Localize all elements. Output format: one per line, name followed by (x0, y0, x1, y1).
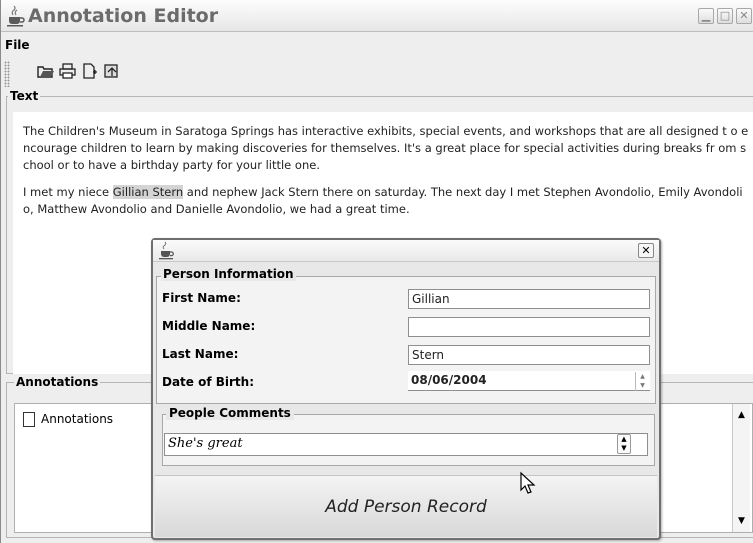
spinner-up-icon[interactable]: ▲ (618, 435, 630, 444)
dialog-close-icon[interactable]: ✕ (638, 243, 654, 258)
middle-name-field[interactable] (408, 317, 650, 337)
maximize-icon: □ (719, 9, 731, 22)
people-comments-field[interactable]: She's great (164, 433, 648, 456)
person-dialog: ✕ Person Information First Name: Gillian… (151, 238, 661, 540)
annotation-editor-window: Annotation Editor ▁ □ ✕ File Text The Ch… (0, 0, 753, 543)
maximize-button[interactable]: □ (717, 8, 733, 24)
last-name-field[interactable]: Stern (408, 345, 650, 365)
first-name-label: First Name: (162, 291, 241, 305)
add-person-record-button[interactable]: Add Person Record (155, 475, 657, 537)
annotations-panel-title: Annotations (14, 375, 101, 389)
text-panel-title: Text (8, 89, 41, 103)
close-button[interactable]: ✕ (736, 8, 752, 24)
document-icon (23, 412, 35, 427)
last-name-label: Last Name: (162, 347, 239, 361)
menu-file[interactable]: File (5, 38, 30, 52)
comments-spinner[interactable]: ▲ ▼ (617, 434, 631, 454)
date-spinner[interactable]: ▲ ▼ (635, 372, 649, 391)
vertical-scrollbar[interactable]: ▲ ▼ (732, 404, 750, 532)
middle-name-label: Middle Name: (162, 319, 256, 333)
date-of-birth-field[interactable]: 08/06/2004 (408, 371, 650, 391)
dialog-titlebar[interactable]: ✕ (153, 240, 659, 262)
print-icon[interactable] (57, 63, 79, 85)
spinner-down-icon[interactable]: ▼ (618, 444, 630, 453)
close-icon: ✕ (739, 9, 749, 22)
new-document-icon[interactable] (79, 63, 101, 85)
text-paragraph-2: I met my niece Gillian Stern and nephew … (23, 184, 751, 218)
paragraph-text: I met my niece (23, 185, 113, 199)
open-folder-icon[interactable] (35, 63, 57, 85)
annotations-tree[interactable]: Annotations (14, 403, 158, 533)
toolbar-grip[interactable] (4, 61, 10, 87)
window-titlebar[interactable]: Annotation Editor ▁ □ ✕ (1, 0, 753, 32)
minimize-icon: ▁ (701, 9, 711, 22)
mouse-cursor-icon (519, 471, 539, 498)
highlighted-entity[interactable]: Gillian Stern (112, 185, 184, 199)
first-name-field[interactable]: Gillian (408, 289, 650, 309)
scroll-up-arrow-icon[interactable]: ▲ (735, 407, 748, 423)
person-information-title: Person Information (161, 267, 296, 281)
scroll-down-arrow-icon[interactable]: ▼ (735, 513, 748, 529)
spinner-down-icon[interactable]: ▼ (636, 381, 649, 390)
text-paragraph-1: The Children's Museum in Saratoga Spring… (23, 124, 749, 172)
window-title: Annotation Editor (28, 5, 219, 27)
date-of-birth-label: Date of Birth: (162, 375, 255, 389)
export-icon[interactable] (101, 63, 123, 85)
toolbar (1, 58, 753, 90)
java-coffee-icon (5, 5, 27, 27)
java-coffee-icon (158, 241, 176, 265)
spinner-up-icon[interactable]: ▲ (636, 372, 649, 381)
menu-bar: File (1, 33, 753, 57)
tree-node-annotations[interactable]: Annotations (41, 412, 113, 426)
people-comments-title: People Comments (166, 406, 294, 420)
minimize-button[interactable]: ▁ (698, 8, 714, 24)
